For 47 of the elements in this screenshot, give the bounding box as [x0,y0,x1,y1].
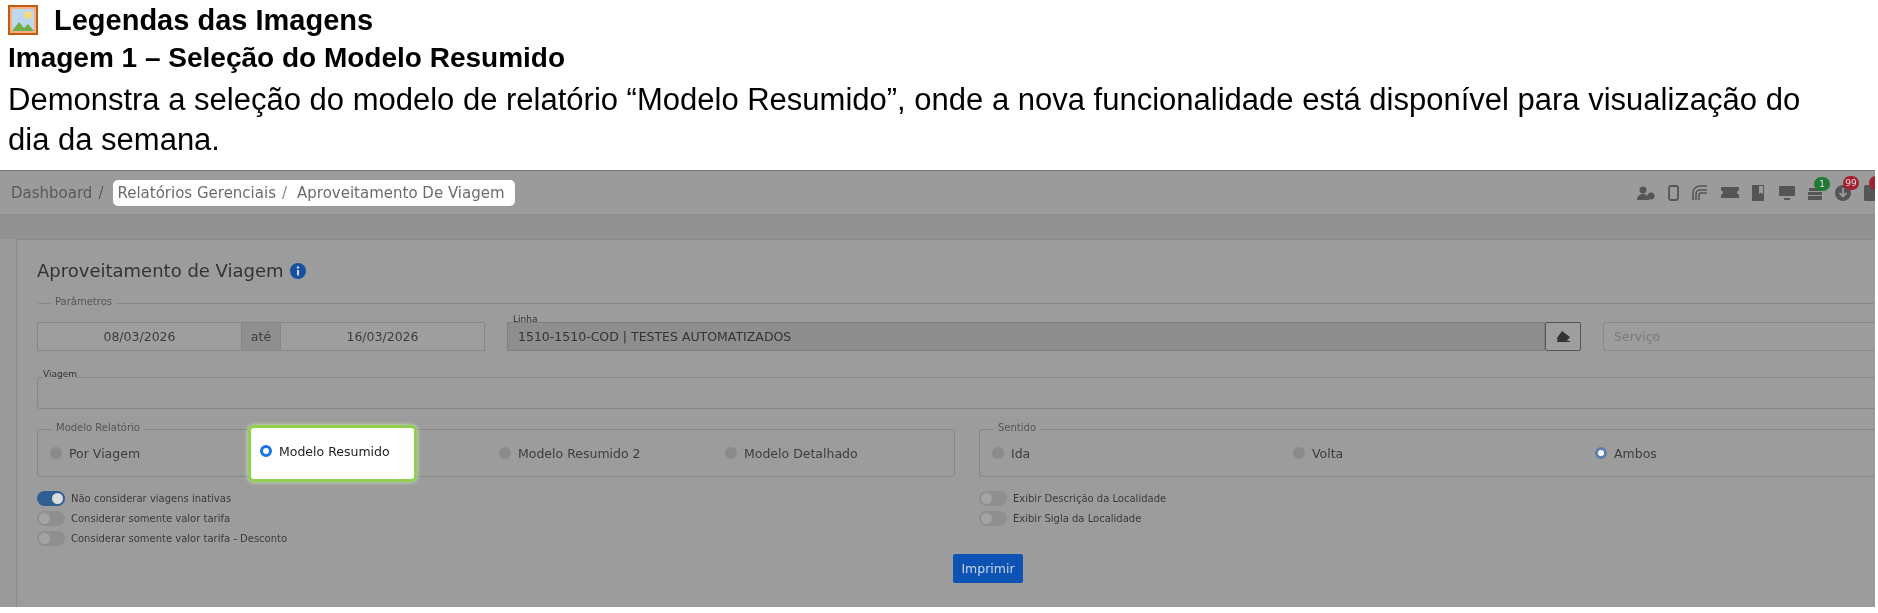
field-label: Viagem [43,369,77,379]
user-icon[interactable] [1637,185,1655,200]
radio-option[interactable]: Ida [980,445,1031,461]
radio-option[interactable]: Modelo Resumido [248,424,417,482]
toggle-label: Exibir Sigla da Localidade [1013,513,1142,524]
eraser-icon [1556,331,1570,342]
fieldset-legend: Modelo Relatório [52,422,144,433]
radio-option[interactable]: Ambos [1583,445,1657,461]
notification-badge: 1 [1814,176,1830,191]
toggle-switch[interactable] [37,491,65,506]
line-field[interactable]: 1510-1510-COD | TESTES AUTOMATIZADOS [507,322,1545,351]
breadcrumb-separator: / [97,182,105,204]
toggle-label: Considerar somente valor tarifa [71,513,231,524]
clear-button[interactable] [1545,322,1581,351]
radio-button[interactable] [1595,447,1607,459]
notification-badge: 99 [1843,175,1859,190]
breadcrumb-link[interactable]: Relatórios Gerenciais [113,179,276,206]
book-icon[interactable] [1752,184,1766,201]
toggle-label: Exibir Descrição da Localidade [1013,493,1167,504]
breadcrumb-separator: / [275,179,298,206]
radio-option[interactable]: Modelo Resumido 2 [487,445,641,461]
date-range-label: até [242,322,280,351]
ticket-icon[interactable] [1721,187,1739,198]
image-heading: Imagem 1 – Seleção do Modelo Resumido [8,41,567,75]
document-title: Legendas das Imagens [54,3,374,37]
radio-option[interactable]: Por Viagem [38,445,141,461]
print-button[interactable]: Imprimir [953,554,1023,583]
fieldset-legend: Sentido [994,422,1040,433]
landscape-icon [8,5,38,35]
radio-button[interactable] [260,445,272,457]
radio-option[interactable]: Modelo Detalhado [713,445,858,461]
fieldset-legend: Parâmetros [51,296,116,307]
page-title: Aproveitamento de Viagem [37,260,284,281]
field-label: Linha [513,314,538,324]
radio-option[interactable]: Volta [1281,445,1344,461]
toggle-label: Considerar somente valor tarifa - Desconto [71,533,288,544]
caption-paragraph: Demonstra a seleção do modelo de relatório “Modelo Resumido”, onde a nova funcionalidade está disponível para visualização do dia da semana. [8,81,1802,159]
breadcrumb-link[interactable]: Aproveitamento De Viagem [297,179,515,206]
wifi-icon[interactable] [1692,184,1708,201]
monitor-icon[interactable] [1779,185,1795,200]
info-icon[interactable] [289,262,306,279]
trip-field[interactable] [37,377,1875,409]
breadcrumb-link[interactable]: Dashboard [11,179,93,206]
start-date-field[interactable]: 08/03/2026 [37,322,242,351]
toggle-label: Não considerar viagens inativas [71,493,232,504]
phone-icon[interactable] [1668,184,1679,201]
end-date-field[interactable]: 16/03/2026 [280,322,485,351]
